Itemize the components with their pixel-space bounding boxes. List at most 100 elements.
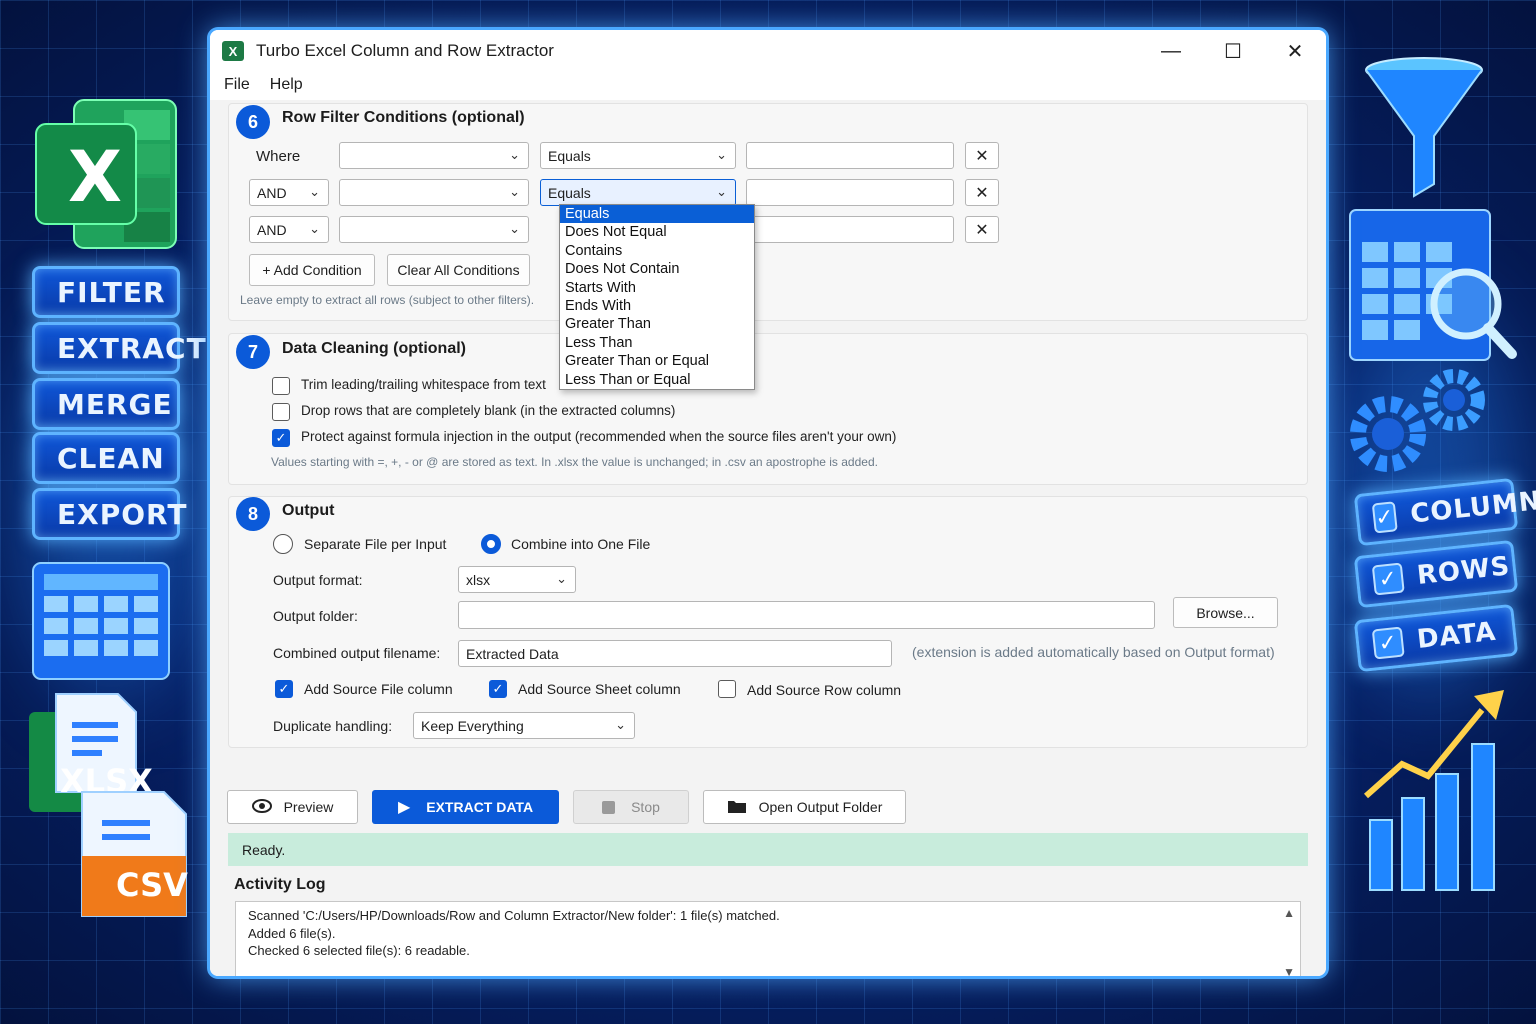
- clear-all-conditions-button[interactable]: Clear All Conditions: [387, 254, 530, 286]
- preview-button[interactable]: Preview: [227, 790, 358, 824]
- log-line: Checked 6 selected file(s): 6 readable.: [248, 943, 470, 958]
- close-icon[interactable]: ✕: [1264, 30, 1326, 72]
- trim-whitespace-checkbox[interactable]: [272, 377, 290, 395]
- add-source-row-label: Add Source Row column: [747, 682, 902, 698]
- remove-condition-button[interactable]: ✕: [965, 179, 999, 206]
- drop-blank-rows-checkbox[interactable]: [272, 403, 290, 421]
- stop-label: Stop: [631, 799, 660, 815]
- output-filename-hint: (extension is added automatically based …: [912, 644, 1275, 660]
- bg-label-rows-text: ROWS: [1415, 551, 1512, 591]
- extract-data-label: EXTRACT DATA: [426, 799, 534, 815]
- drop-blank-rows-label: Drop rows that are completely blank (in …: [301, 403, 676, 418]
- operator-dropdown-list: Equals Does Not Equal Contains Does Not Con…: [559, 204, 755, 390]
- dropdown-option[interactable]: Less Than: [560, 334, 754, 352]
- menu-file[interactable]: File: [224, 76, 250, 94]
- condition-prefix-where: Where: [256, 148, 301, 165]
- folder-icon: [727, 798, 747, 817]
- formula-injection-checkbox[interactable]: ✓: [272, 429, 290, 447]
- section-number: 6: [236, 105, 270, 139]
- open-output-folder-button[interactable]: Open Output Folder: [703, 790, 906, 824]
- remove-condition-button[interactable]: ✕: [965, 142, 999, 169]
- table-search-icon: [1348, 208, 1518, 369]
- checkmark-icon: ✓: [1371, 562, 1405, 596]
- dropdown-option[interactable]: Does Not Equal: [560, 223, 754, 241]
- stop-icon: [602, 800, 616, 814]
- log-line: Added 6 file(s).: [248, 925, 336, 941]
- dropdown-option[interactable]: Greater Than: [560, 315, 754, 333]
- condition-column-select[interactable]: ⌄: [339, 142, 529, 169]
- bg-label-columns-text: COLUMNS: [1409, 483, 1536, 530]
- scroll-down-icon[interactable]: ▼: [1283, 964, 1295, 977]
- condition-column-select[interactable]: ⌄: [339, 216, 529, 243]
- bg-label-extract: EXTRACT: [32, 322, 206, 374]
- excel-app-icon: X: [222, 41, 244, 61]
- stop-button[interactable]: Stop: [573, 790, 689, 824]
- add-condition-button[interactable]: + Add Condition: [249, 254, 375, 286]
- section-title: Output: [282, 502, 335, 519]
- csv-file-icon: CSV: [80, 790, 188, 918]
- condition-operator-select[interactable]: Equals ⌄: [540, 142, 736, 169]
- section-title: Data Cleaning (optional): [282, 340, 466, 357]
- dropdown-option[interactable]: Does Not Contain: [560, 260, 754, 278]
- section-number: 7: [236, 335, 270, 369]
- dropdown-option[interactable]: Ends With: [560, 297, 754, 315]
- chevron-down-icon: ⌄: [556, 571, 567, 586]
- cleaning-section: 7 Data Cleaning (optional) Trim leading/…: [228, 333, 1308, 485]
- output-format-select[interactable]: xlsx ⌄: [458, 566, 576, 593]
- filter-hint: Leave empty to extract all rows (subject…: [240, 293, 535, 307]
- dropdown-option[interactable]: Equals: [560, 205, 754, 224]
- condition-value-input[interactable]: [746, 179, 954, 206]
- condition-logic-value: AND: [257, 221, 287, 238]
- play-icon: ▶: [397, 799, 411, 816]
- condition-column-select[interactable]: ⌄: [339, 179, 529, 206]
- preview-label: Preview: [283, 799, 334, 815]
- add-source-row-checkbox[interactable]: [718, 680, 736, 698]
- chevron-down-icon: ⌄: [615, 717, 626, 732]
- separate-file-radio[interactable]: [273, 534, 293, 554]
- dropdown-option[interactable]: Less Than or Equal: [560, 371, 754, 389]
- app-window: X Turbo Excel Column and Row Extractor —…: [210, 30, 1326, 976]
- menu-help[interactable]: Help: [270, 76, 303, 94]
- funnel-icon: [1362, 56, 1486, 207]
- activity-log[interactable]: Scanned 'C:/Users/HP/Downloads/Row and C…: [235, 901, 1301, 976]
- csv-badge: CSV: [116, 866, 188, 904]
- dropdown-option[interactable]: Greater Than or Equal: [560, 352, 754, 370]
- scroll-up-icon[interactable]: ▲: [1283, 905, 1295, 923]
- chevron-down-icon: ⌄: [509, 147, 520, 162]
- dropdown-option[interactable]: Contains: [560, 242, 754, 260]
- extract-data-button[interactable]: ▶ EXTRACT DATA: [372, 790, 559, 824]
- add-source-file-label: Add Source File column: [304, 681, 453, 697]
- condition-logic-value: AND: [257, 184, 287, 201]
- window-title: Turbo Excel Column and Row Extractor: [256, 41, 554, 60]
- excel-logo-icon: X: [34, 96, 180, 252]
- bg-label-filter: FILTER: [32, 266, 180, 318]
- output-format-label: Output format:: [273, 572, 363, 588]
- condition-logic-select[interactable]: AND ⌄: [249, 179, 329, 206]
- status-bar: Ready.: [228, 833, 1308, 866]
- chevron-down-icon: ⌄: [716, 184, 727, 199]
- add-source-file-checkbox[interactable]: ✓: [275, 680, 293, 698]
- output-filename-input[interactable]: Extracted Data: [458, 640, 892, 667]
- growth-chart-icon: [1362, 686, 1512, 901]
- combine-file-label: Combine into One File: [511, 536, 651, 552]
- log-line: Scanned 'C:/Users/HP/Downloads/Row and C…: [248, 908, 780, 923]
- minimize-icon[interactable]: —: [1140, 30, 1202, 72]
- condition-value-input[interactable]: [746, 142, 954, 169]
- maximize-icon[interactable]: ☐: [1202, 30, 1264, 72]
- combine-file-radio[interactable]: [481, 534, 501, 554]
- duplicate-handling-select[interactable]: Keep Everything ⌄: [413, 712, 635, 739]
- remove-condition-button[interactable]: ✕: [965, 216, 999, 243]
- output-section: 8 Output Separate File per Input Combine…: [228, 496, 1308, 748]
- condition-value-input[interactable]: [746, 216, 954, 243]
- condition-operator-select-open[interactable]: Equals ⌄: [540, 179, 736, 206]
- output-filename-label: Combined output filename:: [273, 645, 441, 661]
- duplicate-handling-value: Keep Everything: [421, 717, 524, 734]
- dropdown-option[interactable]: Starts With: [560, 279, 754, 297]
- add-source-sheet-checkbox[interactable]: ✓: [489, 680, 507, 698]
- title-bar: X Turbo Excel Column and Row Extractor —…: [210, 30, 1326, 72]
- section-number: 8: [236, 497, 270, 531]
- menu-bar: File Help: [210, 72, 1326, 98]
- output-folder-input[interactable]: [458, 601, 1155, 629]
- browse-button[interactable]: Browse...: [1173, 597, 1278, 628]
- condition-logic-select[interactable]: AND ⌄: [249, 216, 329, 243]
